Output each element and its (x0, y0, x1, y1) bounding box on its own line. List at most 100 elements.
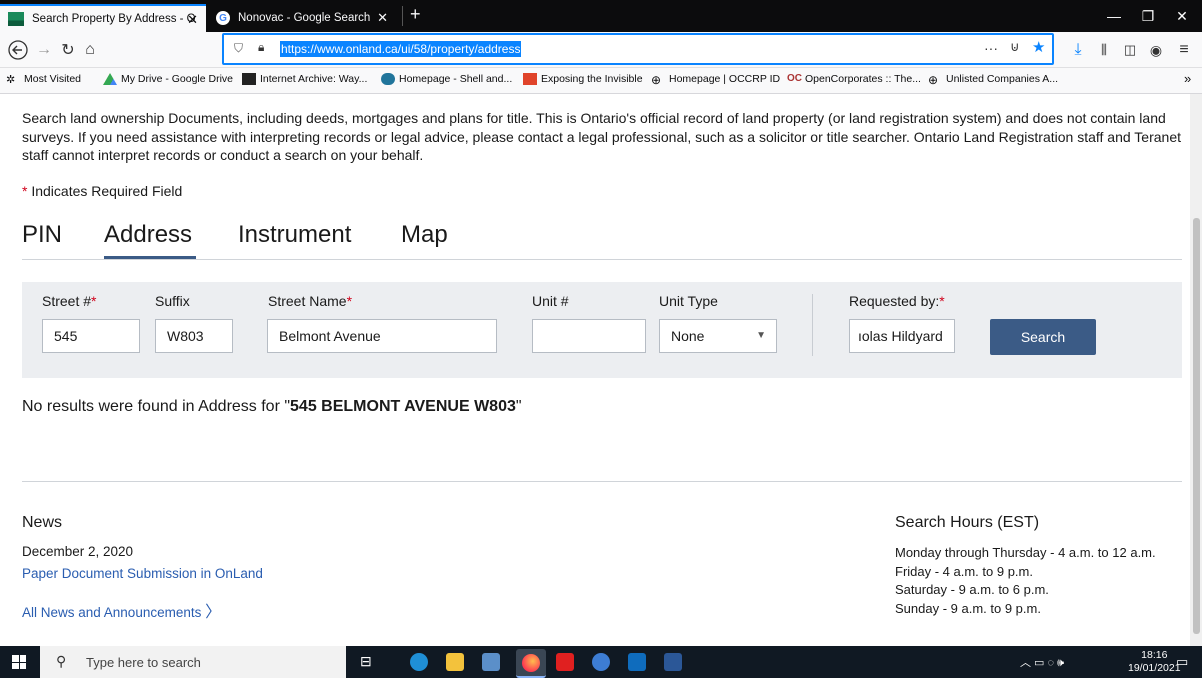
sidebar-icon[interactable]: ◫ (1120, 32, 1140, 68)
tab-divider (402, 6, 403, 26)
search-hours-heading: Search Hours (EST) (895, 514, 1040, 531)
hours-line: Friday - 4 a.m. to 9 p.m. (895, 563, 1033, 579)
firefox-icon (522, 654, 540, 672)
google-drive-icon (103, 73, 117, 85)
library-icon[interactable]: ⫼ (1094, 32, 1114, 68)
tab-divider-line (22, 259, 1182, 260)
notifications-icon[interactable]: ▭ (1176, 654, 1188, 670)
tab-search-property[interactable]: Search Property By Address - O ✕ (0, 4, 206, 32)
windows-start-icon[interactable] (12, 655, 26, 669)
archive-icon (242, 73, 256, 85)
globe-icon: ⊕ (928, 73, 939, 87)
bookmark-exposing-invisible[interactable]: Exposing the Invisible (523, 73, 643, 85)
news-heading: News (22, 514, 63, 531)
account-icon[interactable]: ◉ (1146, 32, 1166, 68)
bookmark-star-icon[interactable]: ★ (1032, 38, 1045, 56)
windows-taskbar: ⚲ Type here to search ⊟ ︿ ▭ ◌ 🕪︎ 18:16 1… (0, 646, 1202, 678)
pocket-icon[interactable]: ⊍ (1010, 39, 1020, 55)
bookmark-occrp[interactable]: ⊕ Homepage | OCCRP ID (651, 73, 780, 87)
globe-icon: ⊕ (651, 73, 662, 87)
search-hours-list: Monday through Thursday - 4 a.m. to 12 a… (895, 544, 1165, 618)
unit-type-label: Unit Type (659, 293, 718, 309)
form-divider (812, 294, 813, 356)
street-number-input[interactable]: 545 (42, 319, 140, 353)
tab-google-search[interactable]: G Nonovac - Google Search ✕ (208, 4, 402, 32)
search-icon: ⚲ (56, 653, 67, 669)
app-icon[interactable] (592, 653, 610, 671)
close-window-icon[interactable]: ✕ (1164, 0, 1200, 32)
news-article-link[interactable]: Paper Document Submission in OnLand (22, 566, 263, 581)
task-view-icon[interactable]: ⊟ (360, 653, 372, 670)
required-field-note: * Indicates Required Field (22, 183, 183, 199)
bookmark-unlisted-companies[interactable]: ⊕ Unlisted Companies A... (928, 73, 1058, 87)
street-name-input[interactable]: Belmont Avenue (267, 319, 497, 353)
bookmark-most-visited[interactable]: ✲ Most Visited (6, 73, 81, 86)
exposing-invisible-icon (523, 73, 537, 85)
menu-icon[interactable]: ≡ (1174, 32, 1194, 68)
tab-pin[interactable]: PIN (22, 221, 62, 249)
bookmark-internet-archive[interactable]: Internet Archive: Way... (242, 73, 367, 85)
hours-line: Monday through Thursday - 4 a.m. to 12 a… (895, 545, 1156, 560)
lock-icon[interactable]: 🔒︎ (258, 40, 264, 55)
firefox-active-icon[interactable] (516, 649, 546, 678)
url-bar[interactable]: ⛉ 🔒︎ https://www.onland.ca/ui/58/propert… (222, 33, 1054, 65)
unit-type-value: None (671, 328, 705, 344)
acrobat-icon[interactable] (556, 653, 574, 671)
browser-tab-strip: Search Property By Address - O ✕ G Nonov… (0, 0, 1202, 32)
footer-divider (22, 481, 1182, 482)
gear-icon: ✲ (6, 74, 16, 86)
all-news-link[interactable]: All News and Announcements 〉 (22, 598, 221, 622)
page-scrollbar[interactable] (1190, 94, 1202, 646)
street-number-label: Street #* (42, 293, 97, 309)
tab-instrument[interactable]: Instrument (238, 221, 351, 249)
shield-icon[interactable]: ⛉ (234, 41, 243, 56)
unit-number-label: Unit # (532, 293, 569, 309)
notepad-icon[interactable] (482, 653, 500, 671)
reload-icon[interactable]: ↻ (58, 32, 78, 68)
downloads-icon[interactable]: ⤓ (1068, 32, 1088, 68)
url-text[interactable]: https://www.onland.ca/ui/58/property/add… (280, 41, 522, 57)
close-tab-icon[interactable]: ✕ (187, 12, 198, 28)
bookmark-google-drive[interactable]: My Drive - Google Drive (103, 73, 233, 85)
close-tab-icon[interactable]: ✕ (377, 10, 388, 26)
unit-number-input[interactable] (532, 319, 646, 353)
word-icon[interactable] (664, 653, 682, 671)
taskbar-search-box[interactable]: ⚲ Type here to search (40, 646, 346, 678)
no-results-message: No results were found in Address for "54… (22, 398, 522, 415)
forward-icon[interactable]: → (34, 32, 54, 68)
wordpress-icon (381, 73, 395, 85)
system-tray-icons[interactable]: ︿ ▭ ◌ 🕪︎ (1020, 654, 1064, 670)
taskbar-search-placeholder: Type here to search (86, 654, 201, 670)
home-icon[interactable]: ⌂ (80, 32, 100, 68)
bookmark-opencorporates[interactable]: OC OpenCorporates :: The... (787, 73, 921, 85)
requested-by-input[interactable]: ıolas Hildyard (849, 319, 955, 353)
bookmarks-toolbar: ✲ Most Visited My Drive - Google Drive In… (0, 68, 1202, 94)
intro-paragraph: Search land ownership Documents, includi… (22, 110, 1181, 163)
address-search-form: Street #* 545 Suffix W803 Street Name* B… (22, 282, 1182, 378)
file-explorer-icon[interactable] (446, 653, 464, 671)
scrollbar-thumb[interactable] (1193, 218, 1200, 634)
suffix-input[interactable]: W803 (155, 319, 233, 353)
new-tab-plus-icon[interactable]: + (410, 4, 421, 25)
street-name-label: Street Name* (268, 293, 353, 309)
restore-icon[interactable]: ❐ (1130, 0, 1166, 32)
search-button[interactable]: Search (990, 319, 1096, 355)
chevron-right-icon: 〉 (205, 604, 222, 621)
hours-line: Saturday - 9 a.m. to 6 p.m. (895, 582, 1049, 597)
opencorporates-icon: OC (787, 73, 802, 84)
search-query: 545 BELMONT AVENUE W803 (290, 398, 516, 415)
bookmarks-overflow-icon[interactable]: » (1184, 71, 1191, 86)
tab-address[interactable]: Address (104, 221, 192, 249)
bookmark-shell[interactable]: Homepage - Shell and... (381, 73, 512, 85)
page-content: Search land ownership Documents, includi… (0, 94, 1190, 646)
edge-browser-icon[interactable] (410, 653, 428, 671)
more-actions-icon[interactable]: ··· (984, 40, 998, 56)
back-icon[interactable] (6, 32, 30, 68)
outlook-icon[interactable] (628, 653, 646, 671)
minimize-icon[interactable]: — (1096, 0, 1132, 32)
clock-time: 18:16 (1141, 649, 1168, 661)
tab-map[interactable]: Map (401, 221, 448, 249)
unit-type-select[interactable]: None ▼ (659, 319, 777, 353)
requested-by-label: Requested by:* (849, 293, 945, 309)
taskbar-clock[interactable]: 18:16 19/01/2021 (1128, 649, 1181, 675)
